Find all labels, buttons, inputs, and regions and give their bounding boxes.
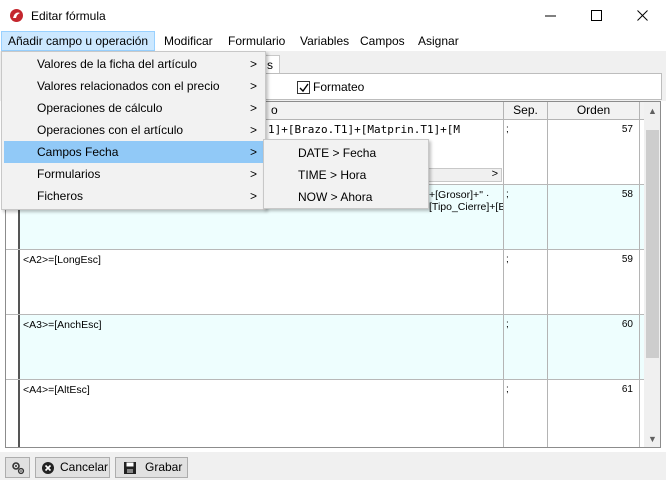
table-row[interactable]: <A4>=[AltEsc] ; 61 — [6, 380, 644, 447]
close-button[interactable] — [620, 0, 666, 31]
options-panel: Formateo — [260, 73, 662, 100]
chevron-right-icon: > — [249, 189, 257, 203]
menu-fields[interactable]: Campos — [354, 31, 411, 51]
menu-item-article-values[interactable]: Valores de la ficha del artículo > — [4, 53, 263, 75]
formula-cell[interactable]: <A4>=[AltEsc] — [21, 380, 504, 447]
header-order[interactable]: Orden — [548, 102, 640, 120]
scroll-up-icon[interactable]: ▲ — [648, 106, 657, 116]
row-indicator — [6, 250, 20, 314]
maximize-icon — [591, 10, 602, 21]
submenu-item-now[interactable]: NOW > Ahora — [266, 186, 426, 208]
submenu-item-date[interactable]: DATE > Fecha — [266, 142, 426, 164]
menu-form[interactable]: Formulario — [222, 31, 291, 51]
minimize-button[interactable] — [528, 0, 574, 31]
menu-modify[interactable]: Modificar — [158, 31, 219, 51]
menu-item-label: Operaciones de cálculo — [37, 101, 163, 115]
table-row[interactable]: <A2>=[LongEsc] ; 59 — [6, 250, 644, 315]
chevron-right-icon: > — [249, 123, 257, 137]
close-icon — [637, 10, 648, 21]
sep-cell[interactable]: ; — [504, 315, 548, 379]
chevron-right-icon: > — [249, 79, 257, 93]
menu-item-article-operations[interactable]: Operaciones con el artículo > — [4, 119, 263, 141]
save-button[interactable]: Grabar — [115, 457, 188, 478]
menu-item-calc-operations[interactable]: Operaciones de cálculo > — [4, 97, 263, 119]
title-bar: Editar fórmula — [0, 0, 666, 31]
cancel-icon — [42, 462, 54, 474]
date-fields-submenu: DATE > Fecha TIME > Hora NOW > Ahora — [263, 139, 429, 209]
sep-cell[interactable]: ; — [504, 380, 548, 447]
sep-cell[interactable]: ; — [504, 185, 548, 249]
menu-item-label: Valores relacionados con el precio — [37, 79, 220, 93]
table-row[interactable]: <A3>=[AnchEsc] ; 60 — [6, 315, 644, 380]
menu-bar: Añadir campo u operación Modificar Formu… — [0, 31, 666, 51]
menu-item-label: Valores de la ficha del artículo — [37, 57, 197, 71]
sep-cell[interactable]: ; — [504, 120, 548, 184]
app-logo-icon — [10, 9, 23, 22]
window-title: Editar fórmula — [31, 9, 106, 23]
save-label: Grabar — [145, 460, 183, 474]
menu-item-label: Formularios — [37, 167, 101, 181]
cancel-label: Cancelar — [60, 460, 109, 474]
cancel-button[interactable]: Cancelar — [35, 457, 110, 478]
menu-assign[interactable]: Asignar — [412, 31, 465, 51]
formula-cell[interactable]: <A3>=[AnchEsc] — [21, 315, 504, 379]
row-indicator — [6, 315, 20, 379]
chevron-right-icon: > — [491, 168, 498, 180]
row-indicator — [6, 380, 20, 447]
floppy-disk-icon — [124, 462, 136, 474]
menu-item-label: Ficheros — [37, 189, 84, 203]
checkmark-icon — [299, 83, 309, 93]
order-cell[interactable]: 59 — [548, 250, 640, 314]
menu-item-label: Operaciones con el artículo — [37, 123, 184, 137]
order-cell[interactable]: 58 — [548, 185, 640, 249]
chevron-right-icon: > — [249, 167, 257, 181]
header-sep[interactable]: Sep. — [504, 102, 548, 120]
add-field-dropdown: Valores de la ficha del artículo > Valor… — [1, 51, 266, 210]
menu-item-label: Campos Fecha — [37, 145, 119, 159]
formula-cell[interactable]: <A2>=[LongEsc] — [21, 250, 504, 314]
order-cell[interactable]: 61 — [548, 380, 640, 447]
chevron-right-icon: > — [249, 101, 257, 115]
scroll-thumb[interactable] — [646, 130, 659, 358]
scroll-down-icon[interactable]: ▼ — [648, 434, 657, 444]
vertical-scrollbar[interactable]: ▲ ▼ — [644, 102, 660, 447]
minimize-icon — [545, 15, 556, 17]
format-label: Formateo — [313, 80, 365, 94]
submenu-item-time[interactable]: TIME > Hora — [266, 164, 426, 186]
menu-add-field[interactable]: Añadir campo u operación — [1, 31, 156, 51]
sep-cell[interactable]: ; — [504, 250, 548, 314]
order-cell[interactable]: 60 — [548, 315, 640, 379]
chevron-right-icon: > — [249, 57, 257, 71]
menu-variables[interactable]: Variables — [294, 31, 355, 51]
menu-item-date-fields[interactable]: Campos Fecha > — [4, 141, 263, 163]
settings-button[interactable] — [5, 457, 30, 478]
menu-item-forms[interactable]: Formularios > — [4, 163, 263, 185]
menu-item-files[interactable]: Ficheros > — [4, 185, 263, 207]
status-bar: Cancelar Grabar — [0, 452, 666, 480]
chevron-right-icon: > — [249, 145, 257, 159]
maximize-button[interactable] — [574, 0, 620, 31]
format-checkbox[interactable] — [297, 81, 310, 94]
order-cell[interactable]: 57 — [548, 120, 640, 184]
gears-icon — [12, 462, 25, 475]
menu-item-price-values[interactable]: Valores relacionados con el precio > — [4, 75, 263, 97]
